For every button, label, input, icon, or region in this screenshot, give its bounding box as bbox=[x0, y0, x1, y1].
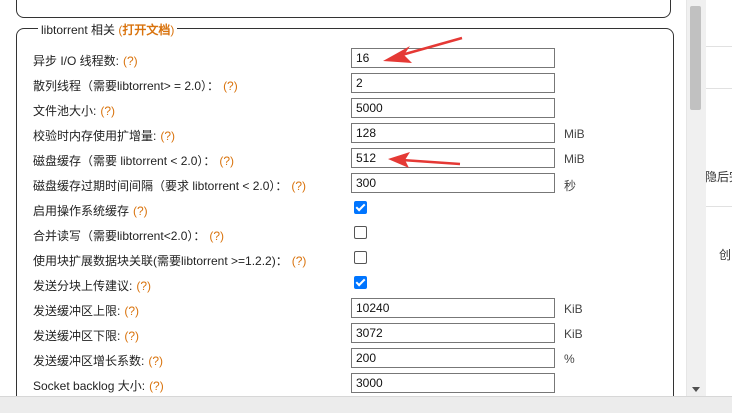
setting-label: 异步 I/O 线程数: (?) bbox=[33, 52, 138, 69]
setting-label-text: Socket backlog 大小: bbox=[33, 379, 146, 393]
setting-label: 启用操作系统缓存 (?) bbox=[33, 202, 148, 219]
setting-input[interactable]: 16 bbox=[351, 48, 555, 68]
setting-input[interactable]: 128 bbox=[351, 123, 555, 143]
setting-label: 发送分块上传建议: (?) bbox=[33, 277, 151, 294]
setting-row: 发送缓冲区下限: (?) 3072 KiB bbox=[33, 323, 653, 345]
setting-input[interactable]: 512 bbox=[351, 148, 555, 168]
window-bottom-edge bbox=[0, 396, 732, 413]
setting-label: 校验时内存使用扩增量: (?) bbox=[33, 127, 175, 144]
help-link[interactable]: (?) bbox=[133, 204, 148, 218]
setting-checkbox[interactable] bbox=[354, 251, 367, 264]
setting-label-text: 发送分块上传建议: bbox=[33, 279, 133, 293]
setting-checkbox[interactable] bbox=[354, 276, 367, 289]
setting-row: 使用块扩展数据块关联(需要libtorrent >=1.2.2)： (?) bbox=[33, 248, 653, 270]
setting-input[interactable]: 2 bbox=[351, 73, 555, 93]
setting-row: 散列线程（需要libtorrent> = 2.0）： (?) 2 bbox=[33, 73, 653, 95]
help-link[interactable]: (?) bbox=[124, 329, 139, 343]
setting-label: Socket backlog 大小: (?) bbox=[33, 377, 164, 394]
setting-row: 启用操作系统缓存 (?) bbox=[33, 198, 653, 220]
setting-row: 发送缓冲区增长系数: (?) 200% bbox=[33, 348, 653, 370]
unit-label: KiB bbox=[564, 327, 583, 341]
unit-label: MiB bbox=[564, 152, 585, 166]
divider bbox=[705, 88, 732, 89]
setting-row: 异步 I/O 线程数: (?) 16 bbox=[33, 48, 653, 70]
background-text: 创 bbox=[719, 248, 732, 262]
dialog-scrollbar[interactable] bbox=[686, 0, 706, 412]
help-link[interactable]: (?) bbox=[291, 179, 306, 193]
setting-row: 发送缓冲区上限: (?) 10240 KiB bbox=[33, 298, 653, 320]
setting-label: 磁盘缓存（需要 libtorrent < 2.0）： (?) bbox=[33, 152, 234, 169]
setting-label: 发送缓冲区增长系数: (?) bbox=[33, 352, 163, 369]
unit-label: MiB bbox=[564, 127, 585, 141]
setting-label: 散列线程（需要libtorrent> = 2.0）： (?) bbox=[33, 77, 238, 94]
setting-label-text: 发送缓冲区下限: bbox=[33, 329, 121, 343]
setting-row: 发送分块上传建议: (?) bbox=[33, 273, 653, 295]
setting-label-text: 校验时内存使用扩增量: bbox=[33, 129, 157, 143]
setting-label-text: 合并读写（需要libtorrent<2.0）： bbox=[33, 229, 206, 243]
setting-input[interactable]: 3000 bbox=[351, 373, 555, 393]
divider bbox=[705, 46, 732, 47]
help-link[interactable]: (?) bbox=[149, 379, 164, 393]
fieldset-legend: libtorrent 相关 (打开文档) bbox=[38, 21, 178, 38]
setting-checkbox[interactable] bbox=[354, 201, 367, 214]
setting-label-text: 磁盘缓存（需要 libtorrent < 2.0）： bbox=[33, 154, 216, 168]
scroll-down-arrow-icon[interactable] bbox=[692, 387, 700, 392]
setting-label-text: 磁盘缓存过期时间间隔（要求 libtorrent < 2.0）： bbox=[33, 179, 288, 193]
help-link[interactable]: (?) bbox=[160, 129, 175, 143]
setting-label: 使用块扩展数据块关联(需要libtorrent >=1.2.2)： (?) bbox=[33, 252, 306, 269]
setting-input[interactable]: 10240 bbox=[351, 298, 555, 318]
help-link[interactable]: (?) bbox=[219, 154, 234, 168]
setting-row: Socket backlog 大小: (?) 3000 bbox=[33, 373, 653, 395]
setting-row: 校验时内存使用扩增量: (?) 128 MiB bbox=[33, 123, 653, 145]
help-link[interactable]: (?) bbox=[209, 229, 224, 243]
unit-label: KiB bbox=[564, 302, 583, 316]
unit-label: % bbox=[564, 352, 575, 366]
help-link[interactable]: (?) bbox=[136, 279, 151, 293]
scrollbar-thumb[interactable] bbox=[690, 6, 701, 110]
setting-label: 文件池大小: (?) bbox=[33, 102, 115, 119]
setting-row: 磁盘缓存（需要 libtorrent < 2.0）： (?) 512 MiB bbox=[33, 148, 653, 170]
help-link[interactable]: (?) bbox=[292, 254, 307, 268]
background-text: 隐后完 bbox=[705, 170, 732, 184]
setting-checkbox[interactable] bbox=[354, 226, 367, 239]
setting-label-text: 异步 I/O 线程数: bbox=[33, 54, 120, 68]
setting-input[interactable]: 5000 bbox=[351, 98, 555, 118]
divider bbox=[705, 206, 732, 207]
help-link[interactable]: (?) bbox=[123, 54, 138, 68]
help-link[interactable]: (?) bbox=[100, 104, 115, 118]
setting-input[interactable]: 200 bbox=[351, 348, 555, 368]
setting-row: 磁盘缓存过期时间间隔（要求 libtorrent < 2.0）： (?) 300 秒 bbox=[33, 173, 653, 195]
setting-label: 磁盘缓存过期时间间隔（要求 libtorrent < 2.0）： (?) bbox=[33, 177, 306, 194]
setting-row: 合并读写（需要libtorrent<2.0）： (?) bbox=[33, 223, 653, 245]
help-link[interactable]: (?) bbox=[124, 304, 139, 318]
setting-label: 合并读写（需要libtorrent<2.0）： (?) bbox=[33, 227, 224, 244]
setting-label-text: 使用块扩展数据块关联(需要libtorrent >=1.2.2)： bbox=[33, 254, 288, 268]
background-window: 隐后完 创 bbox=[705, 0, 732, 412]
unit-label: 秒 bbox=[564, 179, 577, 193]
setting-label-text: 启用操作系统缓存 bbox=[33, 204, 130, 218]
open-docs-link[interactable]: 打开文档 bbox=[122, 23, 170, 37]
setting-row: 文件池大小: (?) 5000 bbox=[33, 98, 653, 120]
setting-label: 发送缓冲区下限: (?) bbox=[33, 327, 139, 344]
setting-input[interactable]: 300 bbox=[351, 173, 555, 193]
setting-label-text: 发送缓冲区上限: bbox=[33, 304, 121, 318]
help-link[interactable]: (?) bbox=[223, 79, 238, 93]
setting-label: 发送缓冲区上限: (?) bbox=[33, 302, 139, 319]
setting-label-text: 散列线程（需要libtorrent> = 2.0）： bbox=[33, 79, 220, 93]
previous-fieldset bbox=[16, 0, 671, 18]
legend-title: libtorrent 相关 bbox=[41, 23, 116, 37]
setting-input[interactable]: 3072 bbox=[351, 323, 555, 343]
setting-label-text: 发送缓冲区增长系数: bbox=[33, 354, 145, 368]
setting-label-text: 文件池大小: bbox=[33, 104, 97, 118]
options-dialog: libtorrent 相关 (打开文档) 异步 I/O 线程数: (?) 16 散列线… bbox=[0, 0, 686, 412]
help-link[interactable]: (?) bbox=[148, 354, 163, 368]
